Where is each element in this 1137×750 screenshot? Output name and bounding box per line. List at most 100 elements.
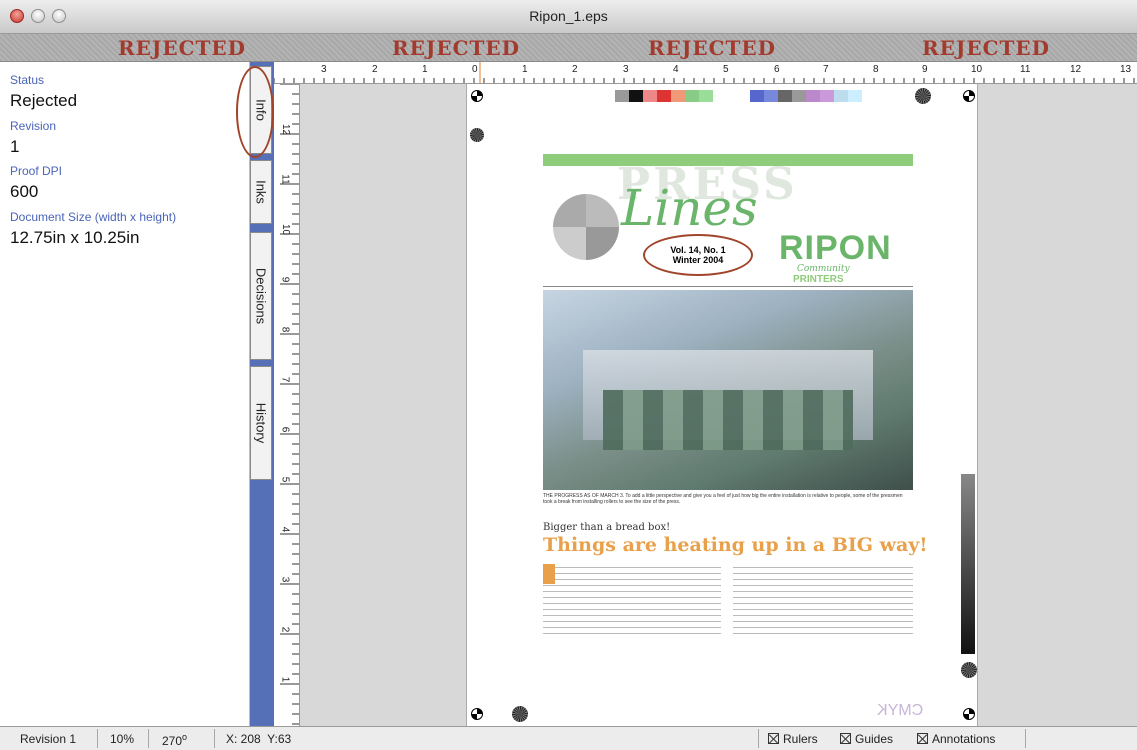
guides-checkbox[interactable] [840,733,851,744]
hruler-label: 7 [823,64,829,75]
rotation-value: 270 [162,734,183,748]
color-bar-right [750,90,862,102]
tab-inks-label: Inks [253,180,269,204]
info-panel: Status Rejected Revision 1 Proof DPI 600… [0,62,250,726]
rulers-checkbox[interactable] [768,733,779,744]
status-divider [97,729,98,748]
hruler-label: 6 [774,64,780,75]
vruler-label: 11 [279,174,291,185]
vruler-label: 6 [279,426,291,433]
cmyk-mark: CMYK [877,702,924,719]
hruler-label: 2 [572,64,578,75]
tab-decisions[interactable]: Decisions [250,232,272,360]
info-tab-annotation-circle [236,66,274,158]
hruler-label: 11 [1020,64,1031,75]
status-bar: Revision 1 10% 270o X: 208 Y:63 Rulers G… [0,726,1137,750]
proof-dpi-label: Proof DPI [10,164,63,178]
vruler-label: 9 [279,276,291,283]
registration-mark-icon [963,90,975,102]
status-divider [214,729,215,748]
hruler-label: 2 [372,64,378,75]
status-zoom[interactable]: 10% [110,732,134,746]
press-photo [543,290,913,490]
star-target-icon [512,706,528,722]
vruler-label: 3 [279,576,291,583]
tab-decisions-label: Decisions [253,267,269,325]
hruler-label: 3 [623,64,629,75]
vruler-label: 7 [279,376,291,383]
grayscale-strip [961,474,975,654]
status-value: Rejected [10,91,78,110]
registration-mark-icon [471,90,483,102]
rulers-toggle[interactable]: Rulers [768,732,818,746]
drop-cap [543,564,555,584]
status-divider [148,729,149,748]
ripon-logo-sub: Community [797,264,850,274]
vruler-label: 1 [279,676,291,683]
hruler-label: 0 [472,64,478,75]
photo-caption: THE PROGRESS AS OF MARCH 3. To add a lit… [543,493,903,505]
proof-dpi-value: 600 [10,182,39,201]
vruler-label: 8 [279,326,291,333]
rejected-stamp: REJECTED [392,36,520,60]
color-bar-left [615,90,713,102]
registration-mark-icon [963,708,975,720]
article-headline: Things are heating up in a BIG way! [543,534,928,556]
horizontal-ruler-ticks [274,62,1135,83]
revision-value: 1 [10,137,20,156]
hruler-label: 13 [1120,64,1132,75]
ripon-logo-printers: PRINTERS [793,274,844,285]
article-column-right [733,564,913,638]
status-divider [758,729,759,748]
star-target-icon [915,88,931,104]
window-title: Ripon_1.eps [529,8,608,24]
revision-label: Revision [10,119,57,133]
star-target-icon [470,128,484,142]
masthead-rule [543,286,913,287]
issue-date: Winter 2004 [672,255,724,265]
guides-label: Guides [855,732,894,746]
tab-history[interactable]: History [250,366,272,480]
tab-history-label: History [253,402,269,444]
issue-annotation-circle: Vol. 14, No. 1 Winter 2004 [643,234,753,276]
hruler-label: 9 [922,64,928,75]
hruler-label: 4 [673,64,679,75]
vruler-label: 5 [279,476,291,483]
tab-inks[interactable]: Inks [250,160,272,224]
article-kicker: Bigger than a bread box! [543,522,671,533]
hruler-label: 1 [422,64,428,75]
horizontal-ruler[interactable]: 3 2 1 0 1 2 3 4 5 6 7 8 9 10 11 12 13 [274,62,1137,84]
rejected-stamp: REJECTED [922,36,1050,60]
article-column-left [543,564,721,638]
hruler-label: 5 [723,64,729,75]
hruler-label: 1 [522,64,528,75]
status-divider [1025,729,1026,748]
rp-logo-icon [553,194,619,260]
ripon-logo: RIPON [779,229,892,267]
guides-toggle[interactable]: Guides [840,732,893,746]
vruler-label: 12 [280,123,292,136]
rulers-label: Rulers [783,732,818,746]
hruler-label: 12 [1070,64,1082,75]
registration-mark-icon [471,708,483,720]
status-label: Status [10,73,45,87]
hruler-label: 3 [321,64,327,75]
annotations-toggle[interactable]: Annotations [917,732,995,746]
annotations-label: Annotations [932,732,996,746]
rejected-stamp: REJECTED [648,36,776,60]
masthead-title: Lines [621,179,758,237]
status-rotation[interactable]: 270o [162,732,187,748]
document-size-label: Document Size (width x height) [10,210,177,224]
document-page[interactable]: PRESS Lines Vol. 14, No. 1 Winter 2004 R… [466,84,978,726]
vertical-ruler[interactable]: 12 11 10 9 8 7 6 5 4 3 2 1 [274,84,300,726]
status-coordinates: X: 208 Y:63 [226,732,292,746]
document-size-value: 12.75in x 10.25in [10,228,140,247]
annotations-checkbox[interactable] [917,733,928,744]
rejected-banner: REJECTED REJECTED REJECTED REJECTED [0,34,1137,62]
rejected-stamp: REJECTED [118,36,246,60]
title-bar: Ripon_1.eps [0,0,1137,34]
vruler-label: 10 [280,223,292,236]
hruler-label: 8 [873,64,879,75]
issue-number: Vol. 14, No. 1 [670,245,726,255]
vruler-label: 2 [279,626,291,633]
